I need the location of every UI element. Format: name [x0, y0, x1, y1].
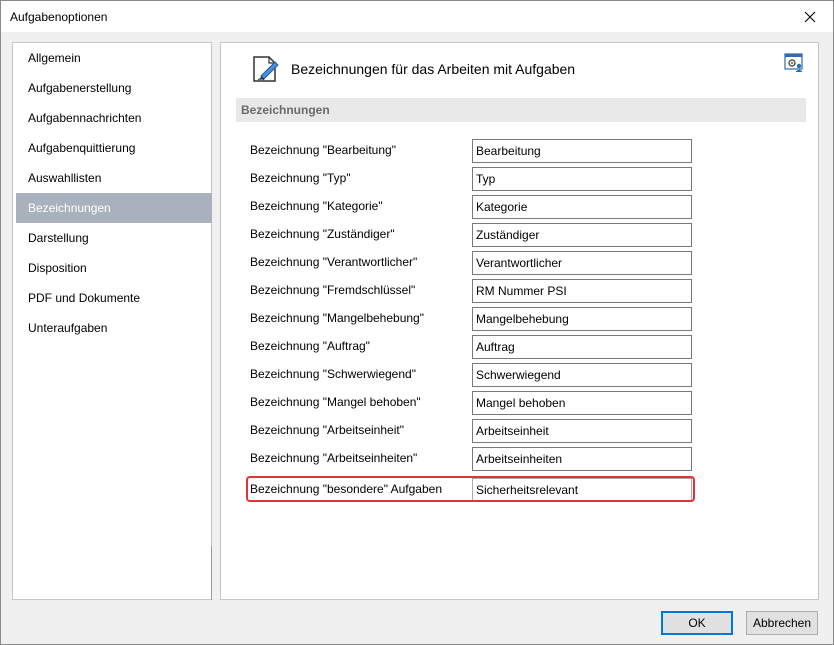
sidebar-item-label: Bezeichnungen	[28, 201, 111, 215]
sidebar-item-allgemein[interactable]: Allgemein	[16, 43, 212, 73]
sidebar-item-label: Disposition	[28, 261, 87, 275]
sidebar-item-label: Allgemein	[28, 51, 81, 65]
edit-document-icon	[251, 54, 281, 87]
sidebar-item-aufgabenerstellung[interactable]: Aufgabenerstellung	[16, 73, 212, 103]
section-header: Bezeichnungen	[236, 98, 806, 122]
sidebar-divider	[211, 546, 212, 600]
sidebar-item-disposition[interactable]: Disposition	[16, 253, 212, 283]
input-typ[interactable]	[472, 167, 692, 191]
window-title: Aufgabenoptionen	[10, 10, 108, 24]
sidebar-item-aufgabennachrichten[interactable]: Aufgabennachrichten	[16, 103, 212, 133]
user-settings-icon[interactable]	[784, 53, 804, 76]
input-mangel-behoben[interactable]	[472, 391, 692, 415]
label-mangel-behoben: Bezeichnung "Mangel behoben"	[250, 395, 421, 409]
sidebar-item-auswahllisten[interactable]: Auswahllisten	[16, 163, 212, 193]
input-zustaendiger[interactable]	[472, 223, 692, 247]
settings-panel: Bezeichnungen für das Arbeiten mit Aufga…	[220, 42, 819, 600]
sidebar-item-aufgabenquittierung[interactable]: Aufgabenquittierung	[16, 133, 212, 163]
dialog-window: Aufgabenoptionen Allgemein Aufgabenerste…	[0, 0, 834, 645]
close-button[interactable]	[787, 1, 833, 32]
input-fremdschluessel[interactable]	[472, 279, 692, 303]
input-bearbeitung[interactable]	[472, 139, 692, 163]
label-fremdschluessel: Bezeichnung "Fremdschlüssel"	[250, 283, 416, 297]
label-schwerwiegend: Bezeichnung "Schwerwiegend"	[250, 367, 416, 381]
sidebar-item-bezeichnungen[interactable]: Bezeichnungen	[16, 193, 212, 223]
label-arbeitseinheit: Bezeichnung "Arbeitseinheit"	[250, 423, 404, 437]
sidebar-item-pdf-und-dokumente[interactable]: PDF und Dokumente	[16, 283, 212, 313]
title-bar: Aufgabenoptionen	[1, 1, 833, 32]
sidebar-item-label: Unteraufgaben	[28, 321, 108, 335]
label-verantwortlicher: Bezeichnung "Verantwortlicher"	[250, 255, 418, 269]
sidebar-item-label: Aufgabennachrichten	[28, 111, 142, 125]
label-arbeitseinheiten: Bezeichnung "Arbeitseinheiten"	[250, 451, 418, 465]
sidebar-item-label: Darstellung	[28, 231, 89, 245]
page-title: Bezeichnungen für das Arbeiten mit Aufga…	[291, 61, 576, 77]
sidebar-item-label: PDF und Dokumente	[28, 291, 141, 305]
input-verantwortlicher[interactable]	[472, 251, 692, 275]
label-mangelbehebung: Bezeichnung "Mangelbehebung"	[250, 311, 424, 325]
label-typ: Bezeichnung "Typ"	[250, 171, 351, 185]
input-schwerwiegend[interactable]	[472, 363, 692, 387]
label-bearbeitung: Bezeichnung "Bearbeitung"	[250, 143, 396, 157]
input-kategorie[interactable]	[472, 195, 692, 219]
label-kategorie: Bezeichnung "Kategorie"	[250, 199, 383, 213]
sidebar-item-label: Aufgabenquittierung	[28, 141, 136, 155]
input-arbeitseinheit[interactable]	[472, 419, 692, 443]
label-auftrag: Bezeichnung "Auftrag"	[250, 339, 370, 353]
sidebar-item-label: Auswahllisten	[28, 171, 102, 185]
input-arbeitseinheiten[interactable]	[472, 447, 692, 471]
ok-button[interactable]: OK	[661, 611, 733, 635]
input-auftrag[interactable]	[472, 335, 692, 359]
sidebar-item-label: Aufgabenerstellung	[28, 81, 132, 95]
input-mangelbehebung[interactable]	[472, 307, 692, 331]
sidebar-item-darstellung[interactable]: Darstellung	[16, 223, 212, 253]
close-icon	[804, 11, 816, 22]
sidebar-item-unteraufgaben[interactable]: Unteraufgaben	[16, 313, 212, 343]
cancel-button[interactable]: Abbrechen	[746, 611, 818, 635]
label-zustaendiger: Bezeichnung "Zuständiger"	[250, 227, 395, 241]
category-sidebar: Allgemein Aufgabenerstellung Aufgabennac…	[12, 42, 212, 600]
highlight-frame	[246, 476, 695, 502]
